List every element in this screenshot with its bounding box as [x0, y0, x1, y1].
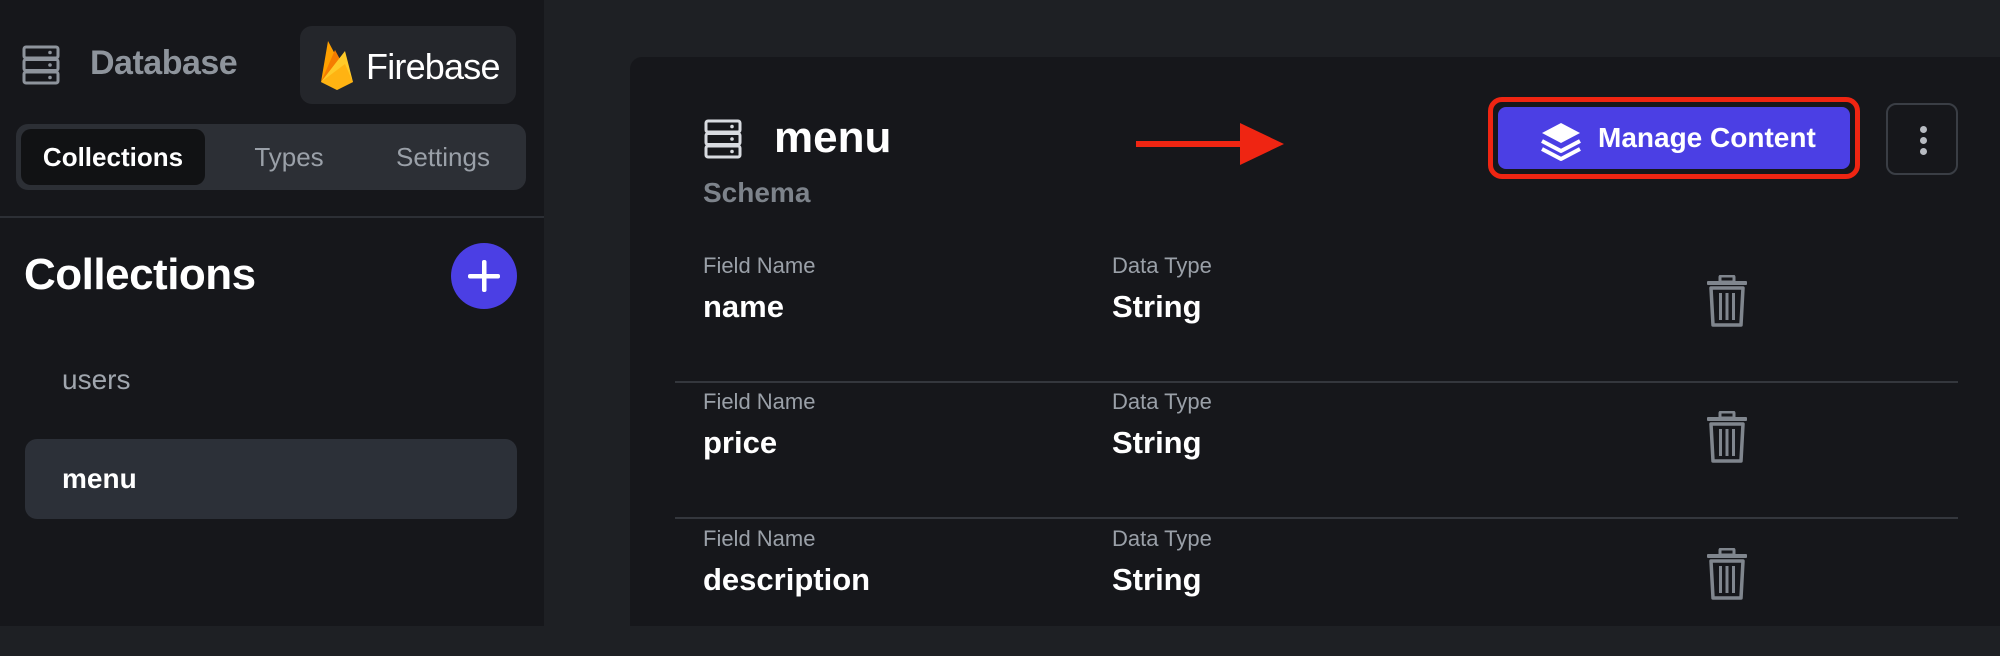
firebase-provider-badge[interactable]: Firebase — [300, 26, 516, 104]
manage-content-button[interactable]: Manage Content — [1498, 107, 1850, 169]
sidebar-item-menu[interactable]: menu — [25, 439, 517, 519]
field-name-value: name — [703, 289, 784, 324]
sidebar-tabs: Collections Types Settings — [16, 124, 526, 190]
sidebar-header: Database Firebase Collections Types Sett… — [0, 0, 544, 190]
more-options-button[interactable] — [1886, 103, 1958, 175]
manage-content-highlight: Manage Content — [1488, 97, 1860, 179]
database-icon — [704, 119, 742, 159]
database-icon — [22, 45, 60, 85]
field-name-value: description — [703, 562, 871, 597]
plus-icon — [468, 260, 500, 292]
provider-name: Firebase — [366, 46, 500, 87]
tab-settings[interactable]: Settings — [366, 129, 520, 185]
data-type-value: String — [1112, 289, 1202, 324]
field-name-value: price — [703, 425, 778, 460]
field-name-label: Field Name — [703, 389, 816, 414]
collections-heading: Collections — [24, 250, 256, 299]
schema-field-row: Field Name description Data Type String — [675, 520, 1958, 656]
annotation-arrow-icon — [1136, 123, 1284, 165]
trash-icon[interactable] — [1705, 548, 1749, 600]
firebase-flame-icon — [321, 41, 353, 90]
schema-field-row: Field Name name Data Type String — [675, 247, 1958, 383]
collection-title: menu — [774, 113, 892, 162]
sidebar-item-users[interactable]: users — [25, 340, 517, 420]
trash-icon[interactable] — [1705, 275, 1749, 327]
sidebar-title: Database — [90, 44, 238, 82]
schema-panel: menu Schema Manage Content Field Name na… — [630, 57, 2000, 626]
schema-subtitle: Schema — [703, 177, 811, 208]
layers-icon — [1541, 123, 1581, 161]
manage-content-label: Manage Content — [1598, 122, 1816, 153]
field-name-label: Field Name — [703, 253, 816, 278]
data-type-label: Data Type — [1112, 389, 1212, 414]
sidebar-divider — [0, 216, 544, 218]
row-divider — [675, 517, 1958, 519]
tab-collections[interactable]: Collections — [21, 129, 205, 185]
data-type-value: String — [1112, 562, 1202, 597]
trash-icon[interactable] — [1705, 411, 1749, 463]
field-name-label: Field Name — [703, 526, 816, 551]
sidebar: Database Firebase Collections Types Sett… — [0, 0, 544, 626]
tab-types[interactable]: Types — [216, 129, 362, 185]
data-type-value: String — [1112, 425, 1202, 460]
add-collection-button[interactable] — [451, 243, 517, 309]
data-type-label: Data Type — [1112, 526, 1212, 551]
data-type-label: Data Type — [1112, 253, 1212, 278]
schema-field-row: Field Name price Data Type String — [675, 383, 1958, 519]
